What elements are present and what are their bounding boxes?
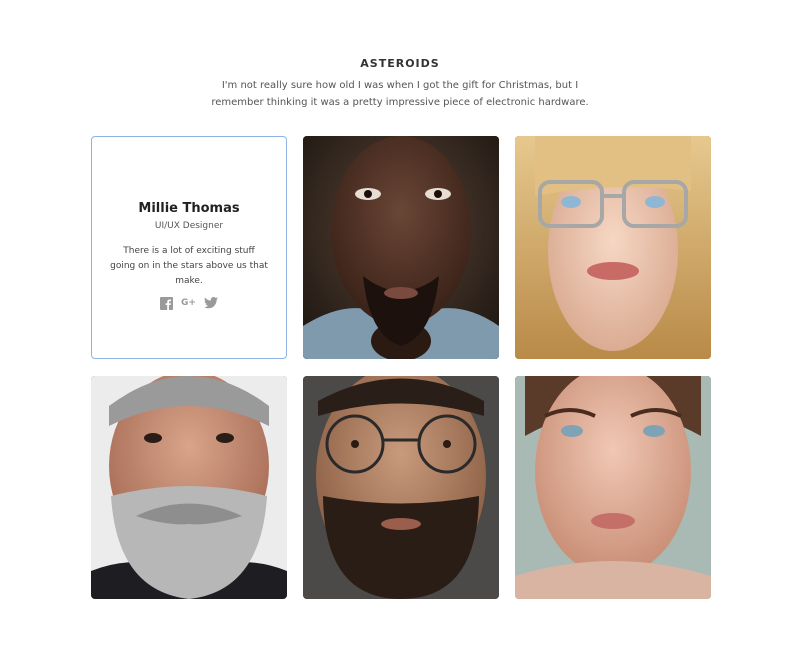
portrait-man-gray-beard[interactable] [91,376,287,599]
portrait-man-round-glasses[interactable] [303,376,499,599]
section-title: ASTEROIDS [360,57,440,70]
profile-bio: There is a lot of exciting stuff going o… [110,246,268,286]
portrait-woman-freckles[interactable] [515,376,711,599]
portrait-image [91,376,287,599]
team-grid: Millie Thomas UI/UX Designer There is a … [91,136,711,599]
twitter-icon[interactable] [203,296,218,310]
portrait-image [515,376,711,599]
portrait-man-dark-skin[interactable] [303,136,499,359]
portrait-image [515,136,711,359]
social-links: G+ [92,296,286,310]
profile-card[interactable]: Millie Thomas UI/UX Designer There is a … [91,136,287,359]
google-plus-icon[interactable]: G+ [181,296,196,310]
portrait-image [303,376,499,599]
portrait-image [303,136,499,359]
portrait-woman-glasses-blonde[interactable] [515,136,711,359]
section-description: I'm not really sure how old I was when I… [211,80,589,108]
profile-name: Millie Thomas [138,201,240,216]
profile-role: UI/UX Designer [154,221,224,231]
facebook-icon[interactable] [160,296,174,310]
